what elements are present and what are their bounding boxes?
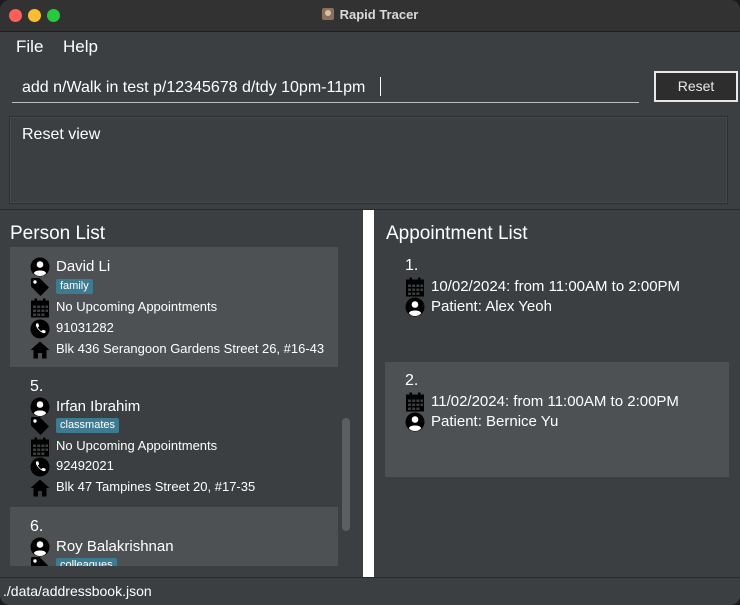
appointment-card[interactable]: 1. 10/02/2024: from 11:00AM to 2:00PM Pa… xyxy=(385,247,729,360)
appointment-list[interactable]: 1. 10/02/2024: from 11:00AM to 2:00PM Pa… xyxy=(385,247,729,577)
person-index: 5. xyxy=(30,378,44,395)
person-card[interactable]: 5. Irfan Ibrahim classmates No Upcoming … xyxy=(10,367,338,507)
person-appointment: No Upcoming Appointments xyxy=(56,438,218,453)
appointment-datetime: 10/02/2024: from 11:00AM to 2:00PM xyxy=(431,278,681,295)
status-file-path: ./data/addressbook.json xyxy=(3,583,152,599)
person-list-scrollbar[interactable] xyxy=(342,418,350,531)
person-tag: classmates xyxy=(56,418,120,433)
person-appointment: No Upcoming Appointments xyxy=(56,299,218,314)
command-input[interactable] xyxy=(12,73,639,103)
status-bar: ./data/addressbook.json xyxy=(0,577,740,605)
app-icon xyxy=(321,8,334,20)
command-box: Reset xyxy=(0,61,740,113)
calendar-icon xyxy=(405,277,425,297)
person-phone: 91031282 xyxy=(56,320,114,335)
person-icon xyxy=(30,537,50,557)
title-bar: Rapid Tracer xyxy=(0,0,740,32)
phone-icon xyxy=(30,319,50,339)
tag-icon xyxy=(30,556,50,566)
person-name: Roy Balakrishnan xyxy=(56,538,174,555)
person-index: 6. xyxy=(30,518,44,535)
text-caret xyxy=(380,77,381,96)
person-index: 4. xyxy=(30,247,43,251)
tag-icon xyxy=(30,277,50,297)
appointment-datetime: 11/02/2024: from 11:00AM to 2:00PM xyxy=(431,393,679,410)
person-icon xyxy=(30,257,50,277)
person-name: Irfan Ibrahim xyxy=(56,398,141,415)
person-list[interactable]: 4. David Li family No Upcoming Appointme… xyxy=(10,247,338,566)
person-tag: family xyxy=(56,279,93,294)
appointment-list-title: Appointment List xyxy=(386,223,528,244)
reset-button[interactable]: Reset xyxy=(654,71,738,102)
result-text: Reset view xyxy=(22,126,101,143)
menu-bar: File Help xyxy=(0,33,740,61)
split-pane-divider[interactable] xyxy=(363,210,374,578)
menu-help[interactable]: Help xyxy=(63,37,98,57)
home-icon xyxy=(30,340,50,360)
appointment-patient: Patient: Alex Yeoh xyxy=(431,298,552,315)
tag-icon xyxy=(30,416,50,436)
appointment-card[interactable]: 2. 11/02/2024: from 11:00AM to 2:00PM Pa… xyxy=(385,362,729,477)
person-icon xyxy=(30,397,50,417)
result-display[interactable]: Reset view xyxy=(9,116,728,204)
calendar-icon xyxy=(30,298,50,318)
window-title: Rapid Tracer xyxy=(339,7,419,22)
appointment-index: 2. xyxy=(405,372,419,389)
person-tag: colleagues xyxy=(56,558,117,566)
appointment-index: 1. xyxy=(405,257,419,274)
window-title-group: Rapid Tracer xyxy=(0,7,740,22)
person-name: David Li xyxy=(56,258,111,275)
person-icon xyxy=(405,297,425,317)
app-window: Rapid Tracer File Help Reset Reset view … xyxy=(0,0,740,605)
home-icon xyxy=(30,478,50,498)
person-address: Blk 47 Tampines Street 20, #17-35 xyxy=(56,479,256,494)
calendar-icon xyxy=(30,437,50,457)
person-card[interactable]: 4. David Li family No Upcoming Appointme… xyxy=(10,247,338,367)
appointment-patient: Patient: Bernice Yu xyxy=(431,413,559,430)
phone-icon xyxy=(30,457,50,477)
person-card[interactable]: 6. Roy Balakrishnan colleagues xyxy=(10,507,338,566)
calendar-icon xyxy=(405,392,425,412)
menu-file[interactable]: File xyxy=(16,37,43,57)
person-list-title: Person List xyxy=(10,223,106,244)
person-address: Blk 436 Serangoon Gardens Street 26, #16… xyxy=(56,341,325,356)
person-icon xyxy=(405,412,425,432)
person-phone: 92492021 xyxy=(56,458,114,473)
